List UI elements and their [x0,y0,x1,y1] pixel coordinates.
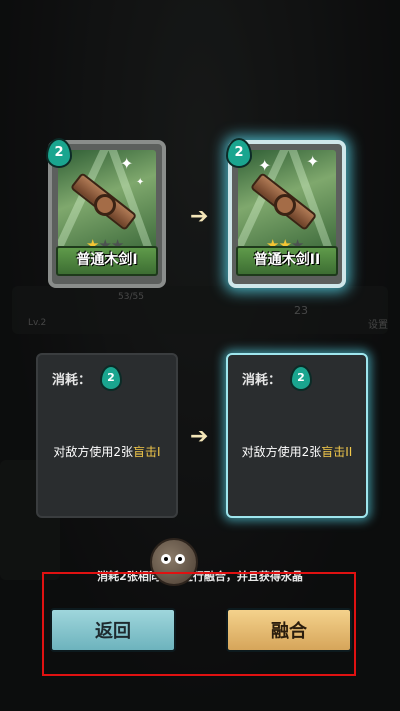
card-name: 普通木剑I [56,246,158,276]
source-description-panel: 消耗： 2 对敌方使用2张盲击I [36,353,178,518]
card-art: ✦ ✦ ★★★ [238,150,336,248]
sparkle-icon: ✦ [120,154,134,173]
desc-text: 对敌方使用2张 [241,445,322,459]
card-description: 对敌方使用2张盲击II [228,443,366,460]
back-button[interactable]: 返回 [50,608,176,652]
arrow-right-icon: ➔ [190,204,209,229]
card-cost-badge: 2 [46,138,72,168]
card-name: 普通木剑II [236,246,338,276]
sword-guard-icon [94,194,116,216]
desc-keyword: 盲击I [133,445,161,459]
card-cost-badge: 2 [226,138,252,168]
result-description-panel: 消耗： 2 对敌方使用2张盲击II [226,353,368,518]
cost-label: 消耗： [52,373,92,388]
arrow-right-icon: ➔ [190,424,209,449]
fuse-button[interactable]: 融合 [226,608,352,652]
card-description: 对敌方使用2张盲击I [38,443,176,460]
cost-badge: 2 [290,365,312,391]
sparkle-icon: ✦ [306,152,320,171]
sword-guard-icon [274,194,296,216]
card-art: ✦ ✦ ★★★ [58,150,156,248]
sparkle-icon: ✦ [258,156,272,175]
desc-text: 对敌方使用2张 [53,445,134,459]
cost-badge: 2 [100,365,122,391]
cost-label: 消耗： [242,373,282,388]
sparkle-icon: ✦ [136,177,145,188]
desc-keyword: 盲击II [321,445,353,459]
